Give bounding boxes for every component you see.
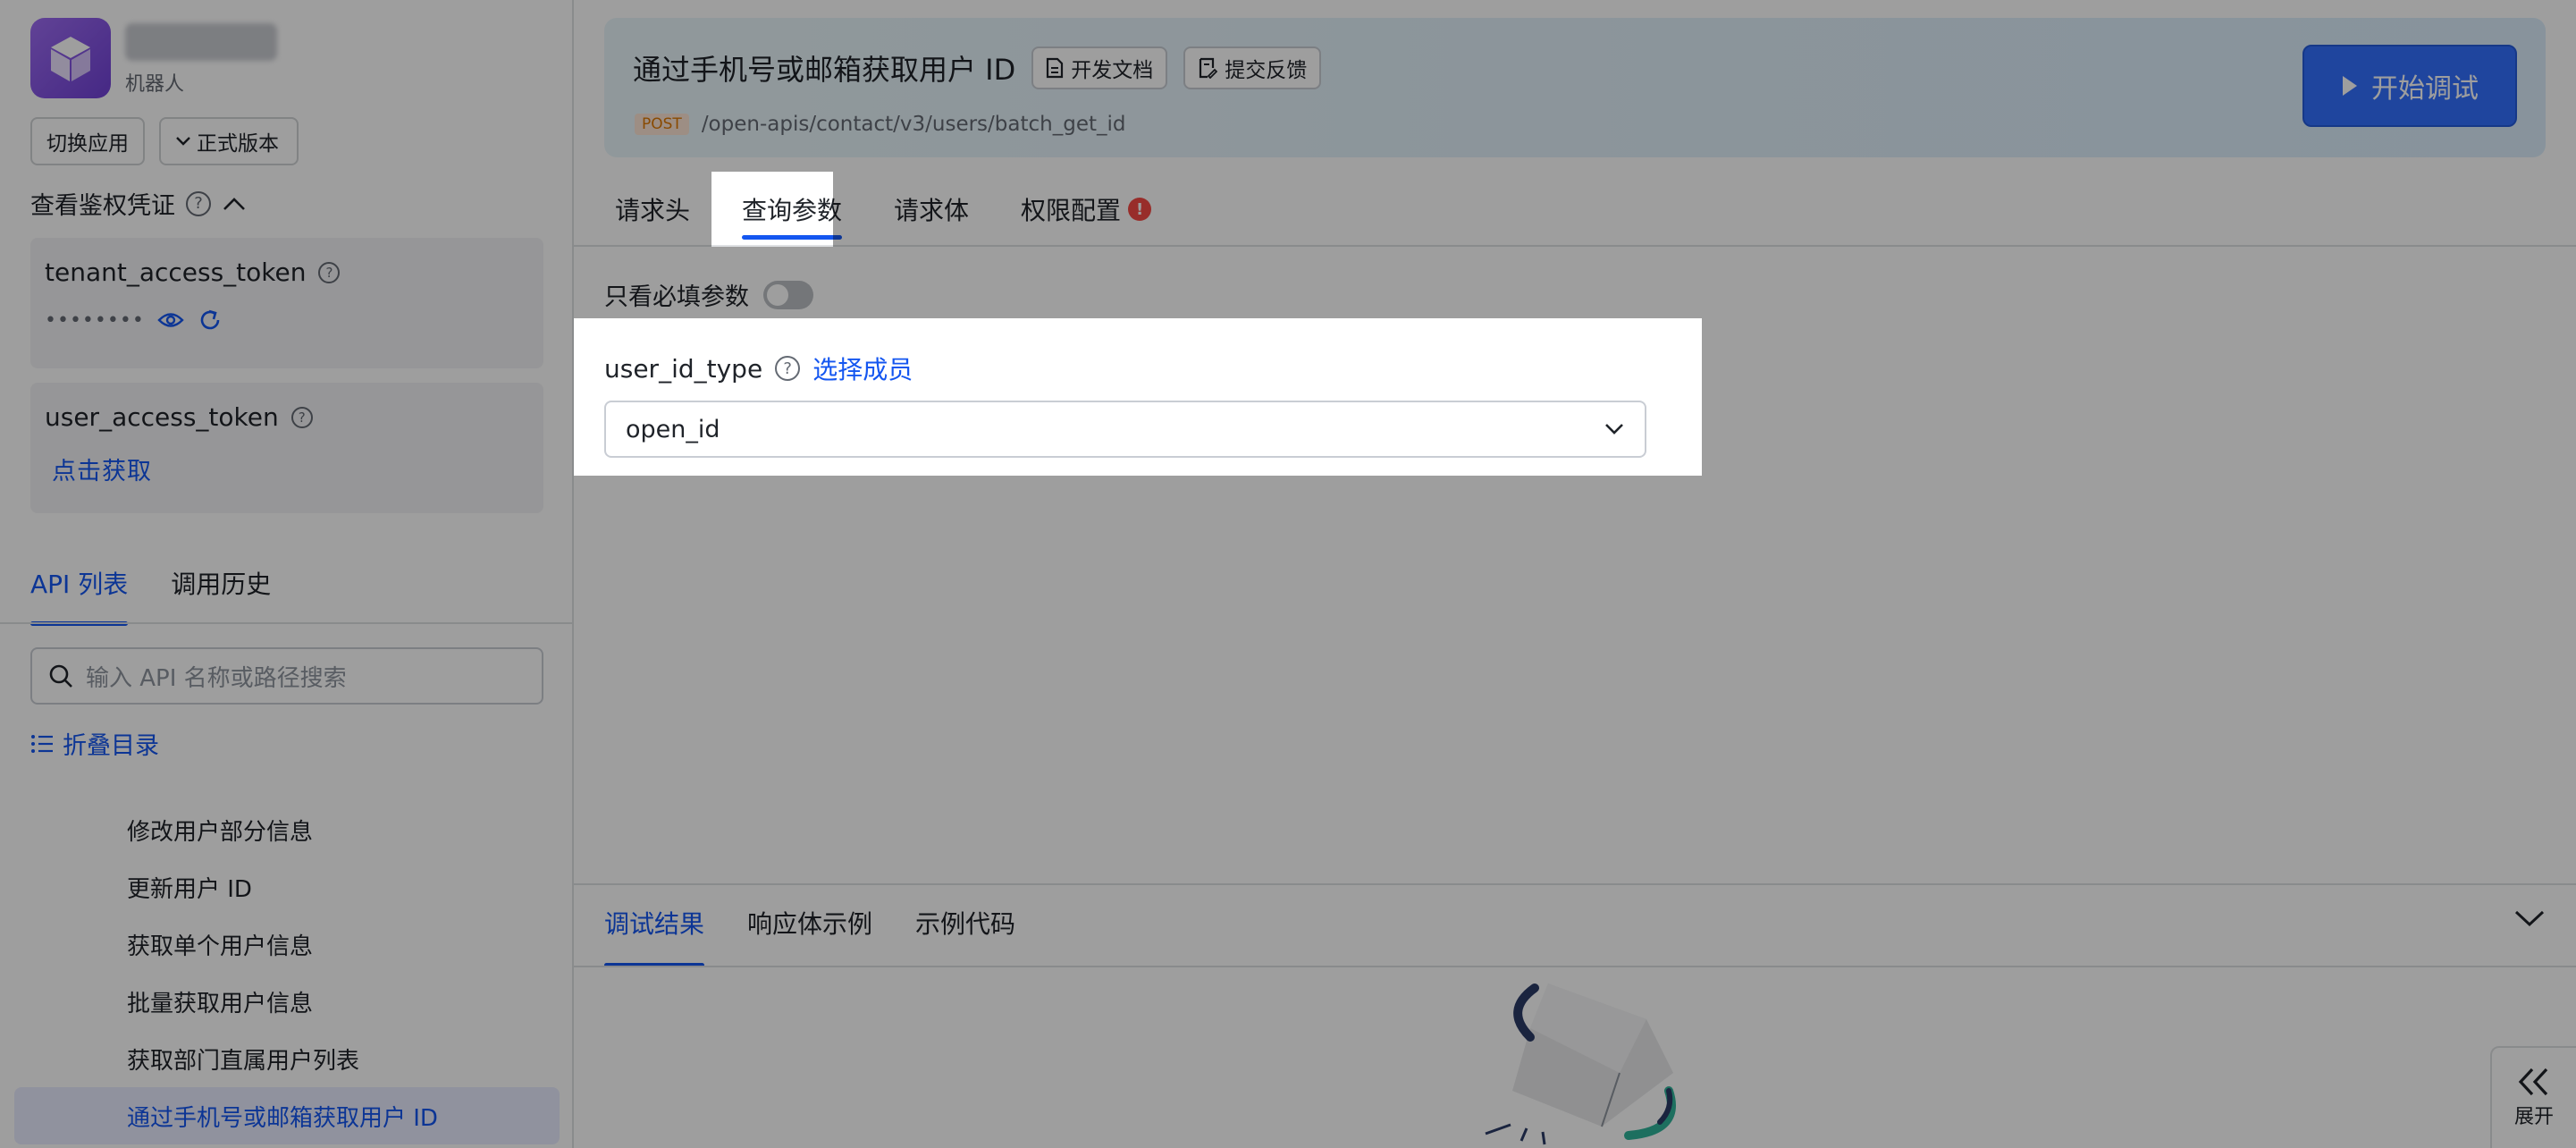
feedback-label: 提交反馈 — [1225, 58, 1308, 81]
user-token-label: user_access_token — [45, 402, 279, 432]
api-list-item-active[interactable]: 通过手机号或邮箱获取用户 ID — [14, 1087, 560, 1144]
tab-query-params[interactable]: 查询参数 — [731, 172, 854, 247]
api-header: 通过手机号或邮箱获取用户 ID 开发文档 提交反馈 POST /open-api… — [604, 18, 2546, 157]
api-search-input[interactable]: 输入 API 名称或路径搜索 — [30, 647, 543, 705]
tab-permission-config[interactable]: 权限配置 ! — [1010, 172, 1162, 247]
error-icon: ! — [1128, 198, 1152, 221]
app-name-redacted — [125, 23, 277, 61]
search-icon — [49, 664, 72, 688]
api-list: 修改用户部分信息 更新用户 ID 获取单个用户信息 批量获取用户信息 获取部门直… — [0, 801, 574, 1144]
tab-call-history[interactable]: 调用历史 — [171, 565, 271, 624]
param-name: user_id_type — [604, 353, 763, 384]
query-param-panel: user_id_type ? 选择成员 open_id — [574, 318, 1702, 476]
app-logo — [30, 18, 111, 98]
version-select[interactable]: 正式版本 — [159, 117, 299, 165]
double-chevron-left-icon — [2518, 1068, 2548, 1096]
help-icon[interactable]: ? — [318, 261, 341, 283]
api-list-item[interactable]: 获取部门直属用户列表 — [0, 1030, 574, 1087]
endpoint-path: /open-apis/contact/v3/users/batch_get_id — [701, 113, 1126, 136]
tab-label: 请求头 — [615, 196, 691, 225]
document-icon — [1047, 57, 1064, 79]
required-only-label: 只看必填参数 — [604, 283, 749, 311]
api-list-item[interactable]: 批量获取用户信息 — [0, 973, 574, 1030]
tab-debug-result[interactable]: 调试结果 — [604, 905, 705, 967]
sidebar: 机器人 切换应用 正式版本 查看鉴权凭证 ? tenant_access_tok… — [0, 0, 574, 1148]
auth-section-header[interactable]: 查看鉴权凭证 ? — [30, 186, 247, 221]
cube-icon — [51, 37, 90, 81]
tab-label: 请求体 — [894, 196, 970, 225]
select-member-link[interactable]: 选择成员 — [812, 350, 913, 386]
auth-section-title: 查看鉴权凭证 — [30, 192, 175, 220]
request-tabs: 请求头 查询参数 请求体 权限配置 ! — [604, 172, 1162, 247]
help-icon[interactable]: ? — [290, 406, 313, 428]
play-icon — [2343, 76, 2357, 96]
chevron-down-icon — [176, 137, 190, 146]
tenant-token-label: tenant_access_token — [45, 257, 307, 287]
api-search-placeholder: 输入 API 名称或路径搜索 — [86, 664, 347, 692]
list-icon — [31, 734, 53, 753]
tab-request-headers[interactable]: 请求头 — [604, 172, 701, 247]
tab-label: 权限配置 — [1021, 196, 1122, 225]
tab-request-body[interactable]: 请求体 — [883, 172, 980, 247]
chevron-up-icon[interactable] — [222, 196, 247, 212]
feedback-icon — [1200, 57, 1218, 79]
expand-label: 展开 — [2513, 1106, 2554, 1128]
required-only-toggle[interactable] — [763, 280, 813, 309]
dev-doc-button[interactable]: 开发文档 — [1031, 46, 1168, 89]
result-tabs: 调试结果 响应体示例 示例代码 — [604, 905, 1015, 967]
api-list-item[interactable]: 更新用户 ID — [0, 858, 574, 916]
user-id-type-value: open_id — [626, 415, 720, 443]
expand-panel-button[interactable]: 展开 — [2490, 1046, 2576, 1148]
main-panel: 通过手机号或邮箱获取用户 ID 开发文档 提交反馈 POST /open-api… — [574, 0, 2576, 1148]
chevron-down-icon[interactable] — [2513, 908, 2546, 928]
tab-label: 查询参数 — [742, 196, 843, 225]
refresh-icon[interactable] — [197, 307, 223, 333]
collapse-directory-button[interactable]: 折叠目录 — [30, 726, 159, 761]
start-debug-label: 开始调试 — [2371, 74, 2479, 104]
api-title: 通过手机号或邮箱获取用户 ID — [633, 53, 1016, 87]
divider — [574, 245, 2576, 247]
divider — [574, 966, 2576, 967]
user-token-card: user_access_token ? 点击获取 — [30, 383, 543, 513]
divider — [574, 883, 2576, 885]
api-list-item[interactable]: 获取单个用户信息 — [0, 916, 574, 973]
user-id-type-select[interactable]: open_id — [604, 401, 1646, 458]
help-icon[interactable]: ? — [775, 356, 801, 381]
divider — [0, 622, 574, 624]
chevron-down-icon — [1605, 424, 1623, 435]
empty-state-illustration — [1485, 983, 1676, 1145]
dev-doc-label: 开发文档 — [1071, 58, 1154, 81]
tab-response-example[interactable]: 响应体示例 — [747, 905, 872, 964]
switch-app-button[interactable]: 切换应用 — [30, 117, 145, 165]
get-user-token-link[interactable]: 点击获取 — [52, 452, 152, 486]
http-method-badge: POST — [635, 114, 689, 135]
app-role: 机器人 — [125, 73, 185, 96]
version-label: 正式版本 — [197, 131, 279, 155]
api-list-item[interactable]: 修改用户部分信息 — [0, 801, 574, 858]
help-icon[interactable]: ? — [186, 190, 211, 216]
tenant-token-value: •••••••• — [45, 308, 145, 332]
tab-api-list[interactable]: API 列表 — [30, 565, 129, 626]
start-debug-button[interactable]: 开始调试 — [2302, 45, 2517, 127]
collapse-directory-label: 折叠目录 — [63, 732, 159, 760]
sidebar-tabs: API 列表 调用历史 — [30, 565, 271, 626]
feedback-button[interactable]: 提交反馈 — [1183, 46, 1322, 89]
tenant-token-card: tenant_access_token ? •••••••• — [30, 238, 543, 368]
eye-icon[interactable] — [157, 310, 184, 330]
required-only-row: 只看必填参数 — [604, 277, 813, 312]
tab-sample-code[interactable]: 示例代码 — [915, 905, 1015, 964]
switch-app-label: 切换应用 — [46, 131, 129, 155]
